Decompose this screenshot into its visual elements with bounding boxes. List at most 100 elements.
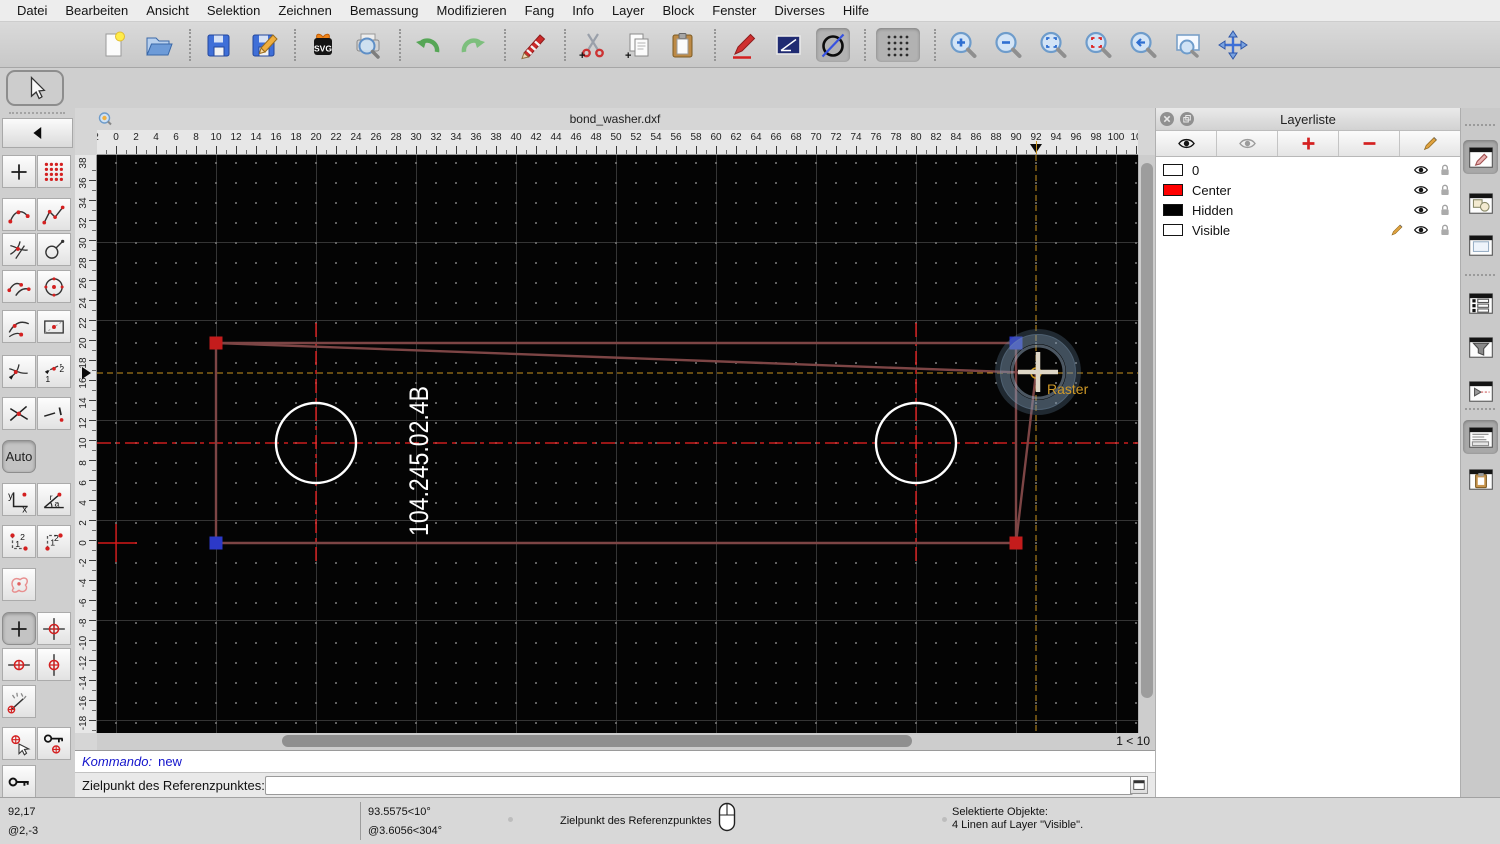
menu-zeichnen[interactable]: Zeichnen	[269, 3, 340, 18]
move-two-points-button[interactable]: 12	[37, 355, 71, 388]
selection-pointer-button[interactable]	[6, 70, 64, 106]
draft-mode-button[interactable]	[816, 27, 850, 62]
hide-all-layers-button[interactable]	[1217, 131, 1278, 156]
move-reference-button[interactable]	[2, 355, 36, 388]
snap-angle-button[interactable]	[2, 685, 36, 718]
tangent-curves-button[interactable]	[2, 233, 36, 266]
layer-color-swatch[interactable]	[1163, 184, 1183, 196]
layer-visibility-toggle[interactable]	[1413, 182, 1429, 198]
zoom-window-button[interactable]	[1171, 28, 1205, 62]
coord-cartesian-button[interactable]: yx	[2, 483, 36, 516]
snap-endpoint-button[interactable]	[37, 397, 71, 430]
layer-lock-toggle[interactable]	[1437, 162, 1453, 178]
menu-bearbeiten[interactable]: Bearbeiten	[56, 3, 137, 18]
layer-visibility-toggle[interactable]	[1413, 222, 1429, 238]
grid-toggle-button[interactable]	[876, 27, 920, 62]
print-preview-button[interactable]	[351, 28, 385, 62]
restrict-nothing-button[interactable]	[2, 612, 36, 645]
edit-layer-button[interactable]	[1400, 131, 1460, 156]
dock-entity-list-toggle[interactable]	[1463, 286, 1498, 320]
dock-clipboard-toggle[interactable]	[1463, 462, 1498, 496]
corner-order-21-button[interactable]: 12	[37, 525, 71, 558]
new-file-button[interactable]	[96, 28, 130, 62]
horizontal-scrollbar-thumb[interactable]	[282, 735, 912, 747]
layer-color-swatch[interactable]	[1163, 164, 1183, 176]
circle-grip-button[interactable]	[37, 233, 71, 266]
dock-light-widget-toggle[interactable]	[1463, 374, 1498, 408]
layer-row-center[interactable]: Center	[1156, 180, 1460, 200]
two-arcs-button[interactable]	[2, 270, 36, 303]
command-options-button[interactable]	[1130, 776, 1148, 794]
undo-button[interactable]	[411, 28, 445, 62]
selection-handle[interactable]	[1009, 536, 1023, 550]
layer-visibility-toggle[interactable]	[1413, 162, 1429, 178]
layer-lock-toggle[interactable]	[1437, 182, 1453, 198]
coord-polar-button[interactable]: ra	[37, 483, 71, 516]
snap-grid-point-button[interactable]	[37, 612, 71, 645]
delete-entities-button[interactable]	[516, 28, 550, 62]
open-file-button[interactable]	[141, 28, 175, 62]
snap-free-button[interactable]	[2, 568, 36, 601]
vertical-scrollbar[interactable]	[1138, 155, 1155, 733]
layer-row-visible[interactable]: Visible	[1156, 220, 1460, 240]
command-input[interactable]	[265, 776, 1133, 795]
cut-button[interactable]: +	[576, 28, 610, 62]
menu-datei[interactable]: Datei	[8, 3, 56, 18]
zoom-auto-button[interactable]	[1036, 28, 1070, 62]
menu-layer[interactable]: Layer	[603, 3, 654, 18]
layer-lock-toggle[interactable]	[1437, 202, 1453, 218]
paste-button[interactable]	[666, 28, 700, 62]
zoom-in-button[interactable]	[946, 28, 980, 62]
spline-points-button[interactable]	[2, 198, 36, 231]
show-all-layers-button[interactable]	[1156, 131, 1217, 156]
dock-selection-filter-toggle[interactable]	[1463, 330, 1498, 364]
lock-relative-zero-button[interactable]	[37, 727, 71, 760]
menu-info[interactable]: Info	[563, 3, 603, 18]
restrict-vertical-button[interactable]	[37, 648, 71, 681]
tools-back-button[interactable]	[2, 118, 73, 148]
drawing-canvas[interactable]: 104.245.02.4B Raster	[97, 155, 1138, 733]
relative-zero-lock-button[interactable]	[2, 765, 36, 797]
layer-color-swatch[interactable]	[1163, 204, 1183, 216]
layer-row-0[interactable]: 0	[1156, 160, 1460, 180]
menu-hilfe[interactable]: Hilfe	[834, 3, 878, 18]
rect-reference-button[interactable]	[37, 310, 71, 343]
layer-color-swatch[interactable]	[1163, 224, 1183, 236]
menu-fang[interactable]: Fang	[516, 3, 564, 18]
dock-layer-list-toggle[interactable]	[1463, 140, 1498, 174]
snap-intersection-button[interactable]	[2, 397, 36, 430]
redo-button[interactable]	[456, 28, 490, 62]
zoom-previous-button[interactable]	[1126, 28, 1160, 62]
dock-command-line-toggle[interactable]	[1463, 420, 1498, 454]
layer-row-hidden[interactable]: Hidden	[1156, 200, 1460, 220]
menu-fenster[interactable]: Fenster	[703, 3, 765, 18]
menu-modifizieren[interactable]: Modifizieren	[428, 3, 516, 18]
snap-auto-button[interactable]: Auto	[2, 440, 36, 473]
corner-order-12-button[interactable]: 12	[2, 525, 36, 558]
layer-visibility-toggle[interactable]	[1413, 202, 1429, 218]
draw-point-grid-button[interactable]	[37, 155, 71, 188]
menu-ansicht[interactable]: Ansicht	[137, 3, 198, 18]
menu-bemassung[interactable]: Bemassung	[341, 3, 428, 18]
restrict-horizontal-button[interactable]	[2, 648, 36, 681]
dock-block-list-toggle[interactable]	[1463, 186, 1498, 220]
vertical-scrollbar-thumb[interactable]	[1141, 163, 1153, 698]
drawing-window-titlebar[interactable]: bond_washer.dxf	[75, 108, 1155, 130]
snap-selected-button[interactable]	[2, 727, 36, 760]
menu-diverses[interactable]: Diverses	[765, 3, 834, 18]
arc-tangent-button[interactable]	[2, 310, 36, 343]
export-svg-button[interactable]: SVG	[306, 28, 340, 62]
zoom-selection-button[interactable]	[1081, 28, 1115, 62]
draw-point-button[interactable]	[2, 155, 36, 188]
selection-handle[interactable]	[209, 536, 223, 550]
save-as-button[interactable]	[246, 28, 280, 62]
circle-center-points-button[interactable]	[37, 270, 71, 303]
selection-handle[interactable]	[209, 336, 223, 350]
menu-block[interactable]: Block	[653, 3, 703, 18]
zoom-out-button[interactable]	[991, 28, 1025, 62]
horizontal-scrollbar[interactable]: 1 < 10	[97, 733, 1155, 750]
remove-layer-button[interactable]	[1339, 131, 1400, 156]
polyline-points-button[interactable]	[37, 198, 71, 231]
copy-button[interactable]: +	[621, 28, 655, 62]
zoom-pan-button[interactable]	[1216, 28, 1250, 62]
